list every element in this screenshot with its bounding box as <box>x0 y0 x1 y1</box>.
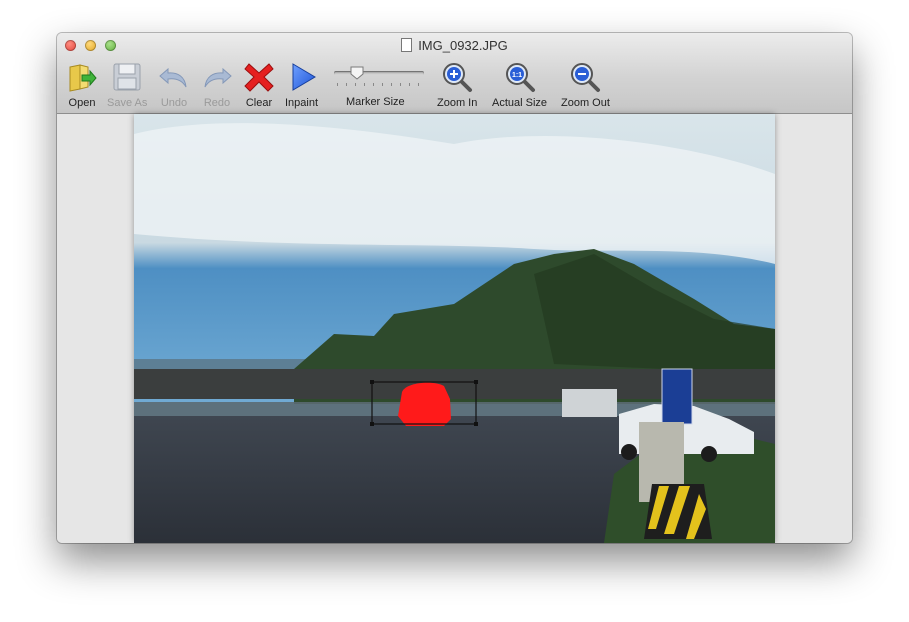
open-button[interactable]: Open <box>66 61 98 109</box>
window-title: IMG_0932.JPG <box>57 38 852 53</box>
photo-canvas[interactable] <box>134 114 775 543</box>
clear-button[interactable]: Clear <box>243 61 275 109</box>
marker-size-label: Marker Size <box>346 96 405 108</box>
zoom-out-button[interactable]: Zoom Out <box>561 61 610 109</box>
clear-label: Clear <box>245 97 273 109</box>
actual-size-glyph: 1:1 <box>511 72 521 79</box>
save-as-button[interactable]: Save As <box>107 61 147 109</box>
folder-arrow-icon <box>69 64 97 92</box>
save-as-label: Save As <box>107 97 148 109</box>
truck <box>562 389 617 417</box>
blue-sign <box>661 368 693 425</box>
red-x-icon <box>244 63 274 92</box>
image-canvas-area <box>57 114 852 543</box>
magnifier-1to1-icon: 1:1 <box>505 63 535 92</box>
play-triangle-icon <box>292 63 316 91</box>
undo-button[interactable]: Undo <box>158 61 190 109</box>
undo-arrow-icon <box>159 67 187 88</box>
inpaint-marker-blob[interactable] <box>398 382 451 426</box>
floppy-disk-icon <box>113 63 141 91</box>
marker-size-slider[interactable] <box>334 71 424 75</box>
magnifier-minus-icon <box>571 63 601 92</box>
actual-size-button[interactable]: 1:1 Actual Size <box>492 61 547 109</box>
slider-thumb[interactable] <box>350 66 364 80</box>
zoom-in-label: Zoom In <box>437 97 478 109</box>
inpaint-label: Inpaint <box>285 97 319 109</box>
slider-ticks <box>337 83 423 86</box>
redo-button[interactable]: Redo <box>201 61 233 109</box>
zoom-out-label: Zoom Out <box>561 97 610 109</box>
zoom-in-button[interactable]: Zoom In <box>437 61 477 109</box>
actual-size-label: Actual Size <box>492 97 548 109</box>
magnifier-plus-icon <box>443 63 473 92</box>
document-icon <box>401 38 413 52</box>
open-label: Open <box>68 97 96 109</box>
undo-label: Undo <box>160 97 188 109</box>
app-window: IMG_0932.JPG Open Save As Undo Redo Clea… <box>57 33 852 543</box>
inpaint-button[interactable]: Inpaint <box>285 61 318 109</box>
redo-label: Redo <box>203 97 231 109</box>
toolbar: IMG_0932.JPG Open Save As Undo Redo Clea… <box>57 33 852 114</box>
redo-arrow-icon <box>204 67 232 88</box>
